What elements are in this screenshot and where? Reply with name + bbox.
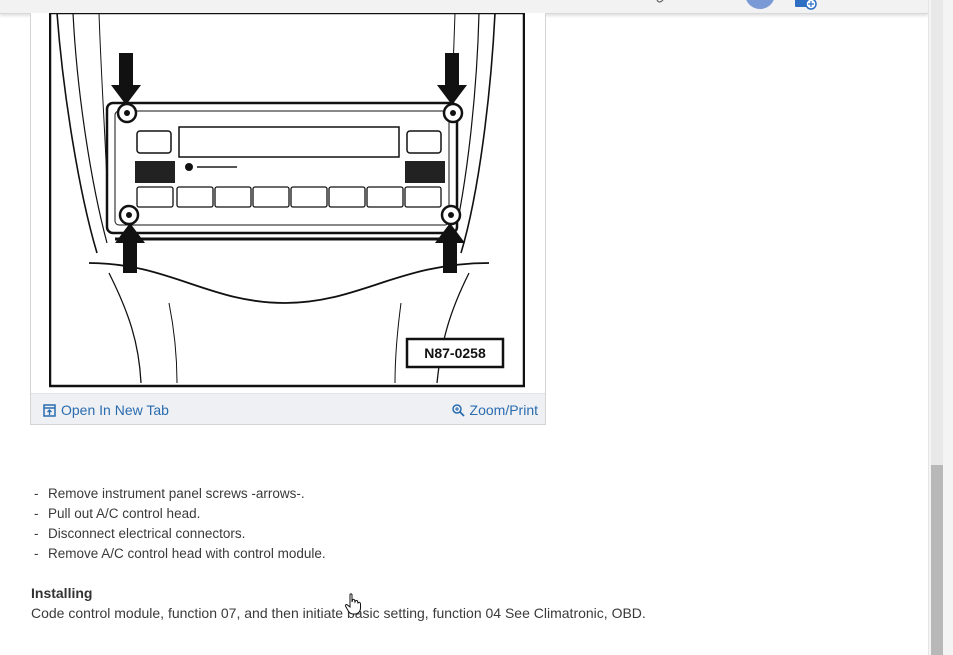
zoom-print-link[interactable]: Zoom/Print — [451, 402, 538, 418]
avatar[interactable] — [745, 0, 775, 9]
list-item: - Disconnect electrical connectors. — [34, 526, 246, 541]
hand-cursor-icon — [344, 593, 361, 615]
installing-heading: Installing — [31, 585, 93, 601]
figure-card: N87-0258 Open In New Tab Zoom/Print — [30, 13, 546, 425]
list-item: - Remove instrument panel screws -arrows-… — [34, 486, 305, 501]
document-icon[interactable] — [795, 0, 817, 10]
vertical-scrollbar[interactable] — [928, 0, 953, 655]
installing-text: Code control module, function 07, and th… — [31, 605, 646, 621]
top-toolbar — [0, 0, 928, 14]
figure-callout-label: N87-0258 — [424, 345, 486, 361]
open-new-tab-icon — [43, 403, 56, 417]
zoom-in-icon — [451, 403, 465, 417]
scrollbar-thumb[interactable] — [931, 465, 943, 655]
removal-steps-list: - Remove instrument panel screws -arrows-… — [31, 484, 326, 564]
zoom-print-label: Zoom/Print — [469, 402, 538, 418]
list-item: - Remove A/C control head with control mo… — [34, 546, 326, 561]
open-in-new-tab-label: Open In New Tab — [61, 402, 169, 418]
ac-control-head-diagram: N87-0258 — [49, 13, 525, 388]
open-in-new-tab-link[interactable]: Open In New Tab — [43, 402, 169, 418]
sparkle-icon[interactable] — [655, 0, 665, 4]
list-item: - Pull out A/C control head. — [34, 506, 201, 521]
figure-action-bar: Open In New Tab Zoom/Print — [31, 393, 545, 424]
